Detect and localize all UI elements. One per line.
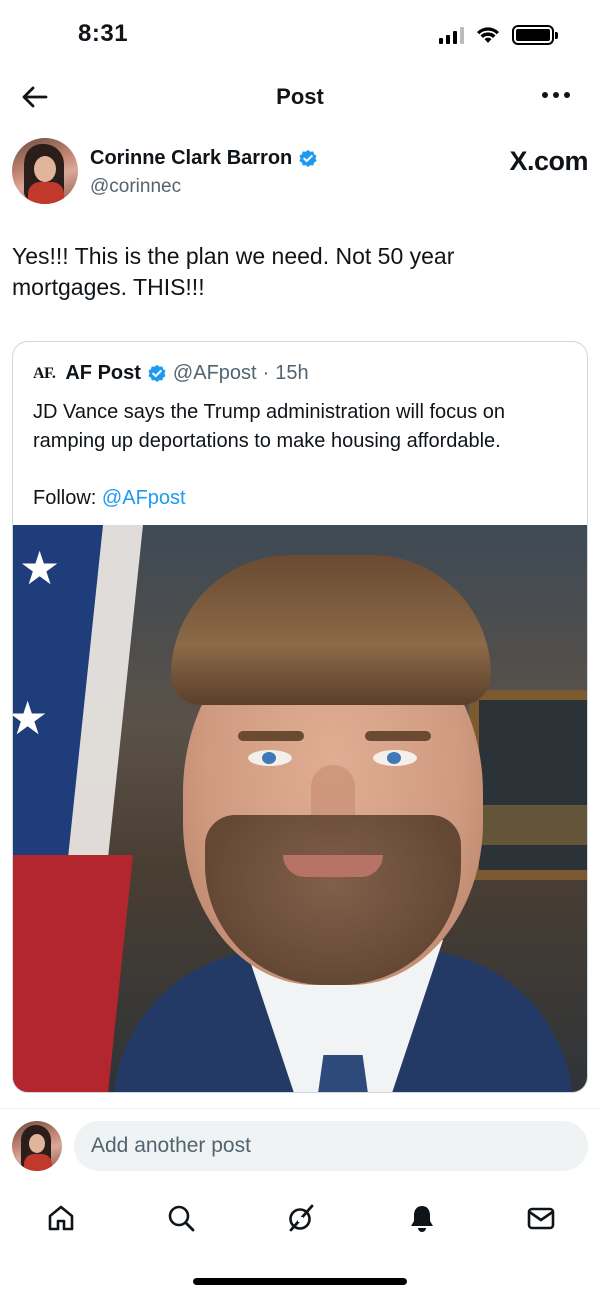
wifi-icon — [477, 27, 499, 43]
verified-badge-icon — [148, 364, 166, 382]
home-icon — [48, 1205, 74, 1231]
af-logo: AF. — [33, 364, 56, 382]
notifications-bell-icon — [411, 1206, 433, 1232]
cellular-signal-icon — [439, 26, 464, 44]
status-time: 8:31 — [78, 20, 129, 47]
page-title: Post — [276, 84, 324, 109]
search-icon — [168, 1205, 195, 1232]
flag-red-stripe — [13, 855, 134, 1092]
battery-icon — [512, 25, 558, 45]
nav-home[interactable] — [41, 1198, 81, 1238]
grok-icon — [289, 1204, 314, 1232]
quoted-post-text: JD Vance says the Trump administration w… — [33, 401, 506, 452]
xcom-watermark: X.com — [509, 146, 588, 176]
quoted-post-header: AF. AF Post @AFpost · 15h — [33, 362, 309, 385]
verified-badge-icon — [299, 149, 317, 167]
messages-envelope-icon — [527, 1207, 555, 1230]
quoted-author-name: AF Post — [65, 362, 141, 384]
home-indicator[interactable] — [193, 1278, 407, 1285]
nav-messages[interactable] — [521, 1198, 561, 1238]
author-name[interactable]: Corinne Clark Barron — [90, 147, 292, 170]
post-text: Yes!!! This is the plan we need. Not 50 … — [12, 243, 455, 300]
follow-link[interactable]: @AFpost — [102, 487, 186, 509]
reply-avatar — [12, 1121, 62, 1171]
status-bar: 8:31 — [0, 0, 600, 70]
quoted-post-image[interactable]: ★ ★ — [13, 525, 587, 1092]
nav-grok[interactable] — [281, 1198, 321, 1238]
flag-star-icon: ★ — [19, 542, 61, 594]
flag-star-icon: ★ — [13, 695, 48, 741]
author-avatar[interactable] — [12, 138, 78, 204]
author-name-row[interactable]: Corinne Clark Barron — [90, 147, 318, 170]
post-author: Corinne Clark Barron @corinnec X.com — [12, 138, 588, 210]
bottom-nav — [0, 1190, 600, 1246]
quoted-author-handle: @AFpost — [172, 362, 257, 384]
status-icons — [439, 25, 558, 45]
meta-separator: · — [262, 362, 270, 384]
quoted-follow-line: Follow: @AFpost — [33, 484, 186, 513]
post-header: Post — [0, 70, 600, 126]
quoted-post-time: 15h — [275, 362, 309, 384]
follow-label: Follow: — [33, 487, 97, 509]
nav-search[interactable] — [161, 1198, 201, 1238]
reply-input[interactable]: Add another post — [74, 1121, 588, 1171]
quoted-post-card[interactable]: AF. AF Post @AFpost · 15h JD Vance says th… — [12, 341, 588, 1093]
divider — [0, 1108, 600, 1109]
nav-notifications[interactable] — [402, 1198, 442, 1238]
more-options-icon[interactable] — [542, 92, 570, 98]
portrait-person — [113, 555, 573, 1092]
author-handle[interactable]: @corinnec — [90, 176, 181, 198]
